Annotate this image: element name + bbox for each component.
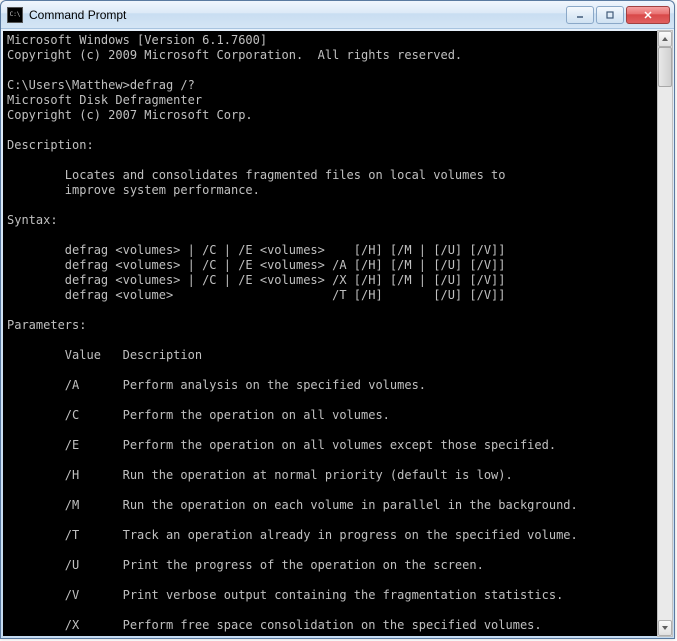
out-line: Copyright (c) 2009 Microsoft Corporation… [7, 48, 462, 62]
out-line: /A Perform analysis on the specified vol… [7, 378, 426, 392]
out-line: /X Perform free space consolidation on t… [7, 618, 542, 632]
out-line: /V Print verbose output containing the f… [7, 588, 563, 602]
out-line: Microsoft Disk Defragmenter [7, 93, 202, 107]
out-line: defrag <volumes> | /C | /E <volumes> [/H… [7, 243, 506, 257]
out-line: Syntax: [7, 213, 58, 227]
scroll-down-button[interactable] [658, 620, 672, 636]
scroll-thumb[interactable] [658, 47, 672, 87]
out-line: Description: [7, 138, 94, 152]
out-line: Microsoft Windows [Version 6.1.7600] [7, 33, 267, 47]
scroll-up-button[interactable] [658, 31, 672, 47]
window-title: Command Prompt [29, 8, 566, 22]
out-line: Locates and consolidates fragmented file… [7, 168, 506, 182]
close-button[interactable] [626, 6, 670, 24]
out-line: Parameters: [7, 318, 86, 332]
cmd-icon [7, 7, 23, 23]
out-line: defrag <volume> /T [/H] [/U] [/V]] [7, 288, 506, 302]
out-line: /E Perform the operation on all volumes … [7, 438, 556, 452]
out-line: C:\Users\Matthew>defrag /? [7, 78, 195, 92]
terminal-output[interactable]: Microsoft Windows [Version 6.1.7600] Cop… [3, 31, 672, 636]
out-line: defrag <volumes> | /C | /E <volumes> /A … [7, 258, 506, 272]
titlebar[interactable]: Command Prompt [1, 1, 674, 29]
vertical-scrollbar[interactable] [657, 30, 673, 637]
out-line: Copyright (c) 2007 Microsoft Corp. [7, 108, 253, 122]
out-line: improve system performance. [7, 183, 260, 197]
out-line: Value Description [7, 348, 202, 362]
minimize-button[interactable] [566, 6, 594, 24]
out-line: /T Track an operation already in progres… [7, 528, 578, 542]
maximize-button[interactable] [596, 6, 624, 24]
window-buttons [566, 6, 670, 24]
scroll-track[interactable] [658, 47, 672, 620]
out-line: /U Print the progress of the operation o… [7, 558, 484, 572]
out-line: /H Run the operation at normal priority … [7, 468, 513, 482]
out-line: /C Perform the operation on all volumes. [7, 408, 390, 422]
out-line: /M Run the operation on each volume in p… [7, 498, 578, 512]
window-frame: Command Prompt Microsoft Windows [Versio… [0, 0, 675, 639]
out-line: defrag <volumes> | /C | /E <volumes> /X … [7, 273, 506, 287]
